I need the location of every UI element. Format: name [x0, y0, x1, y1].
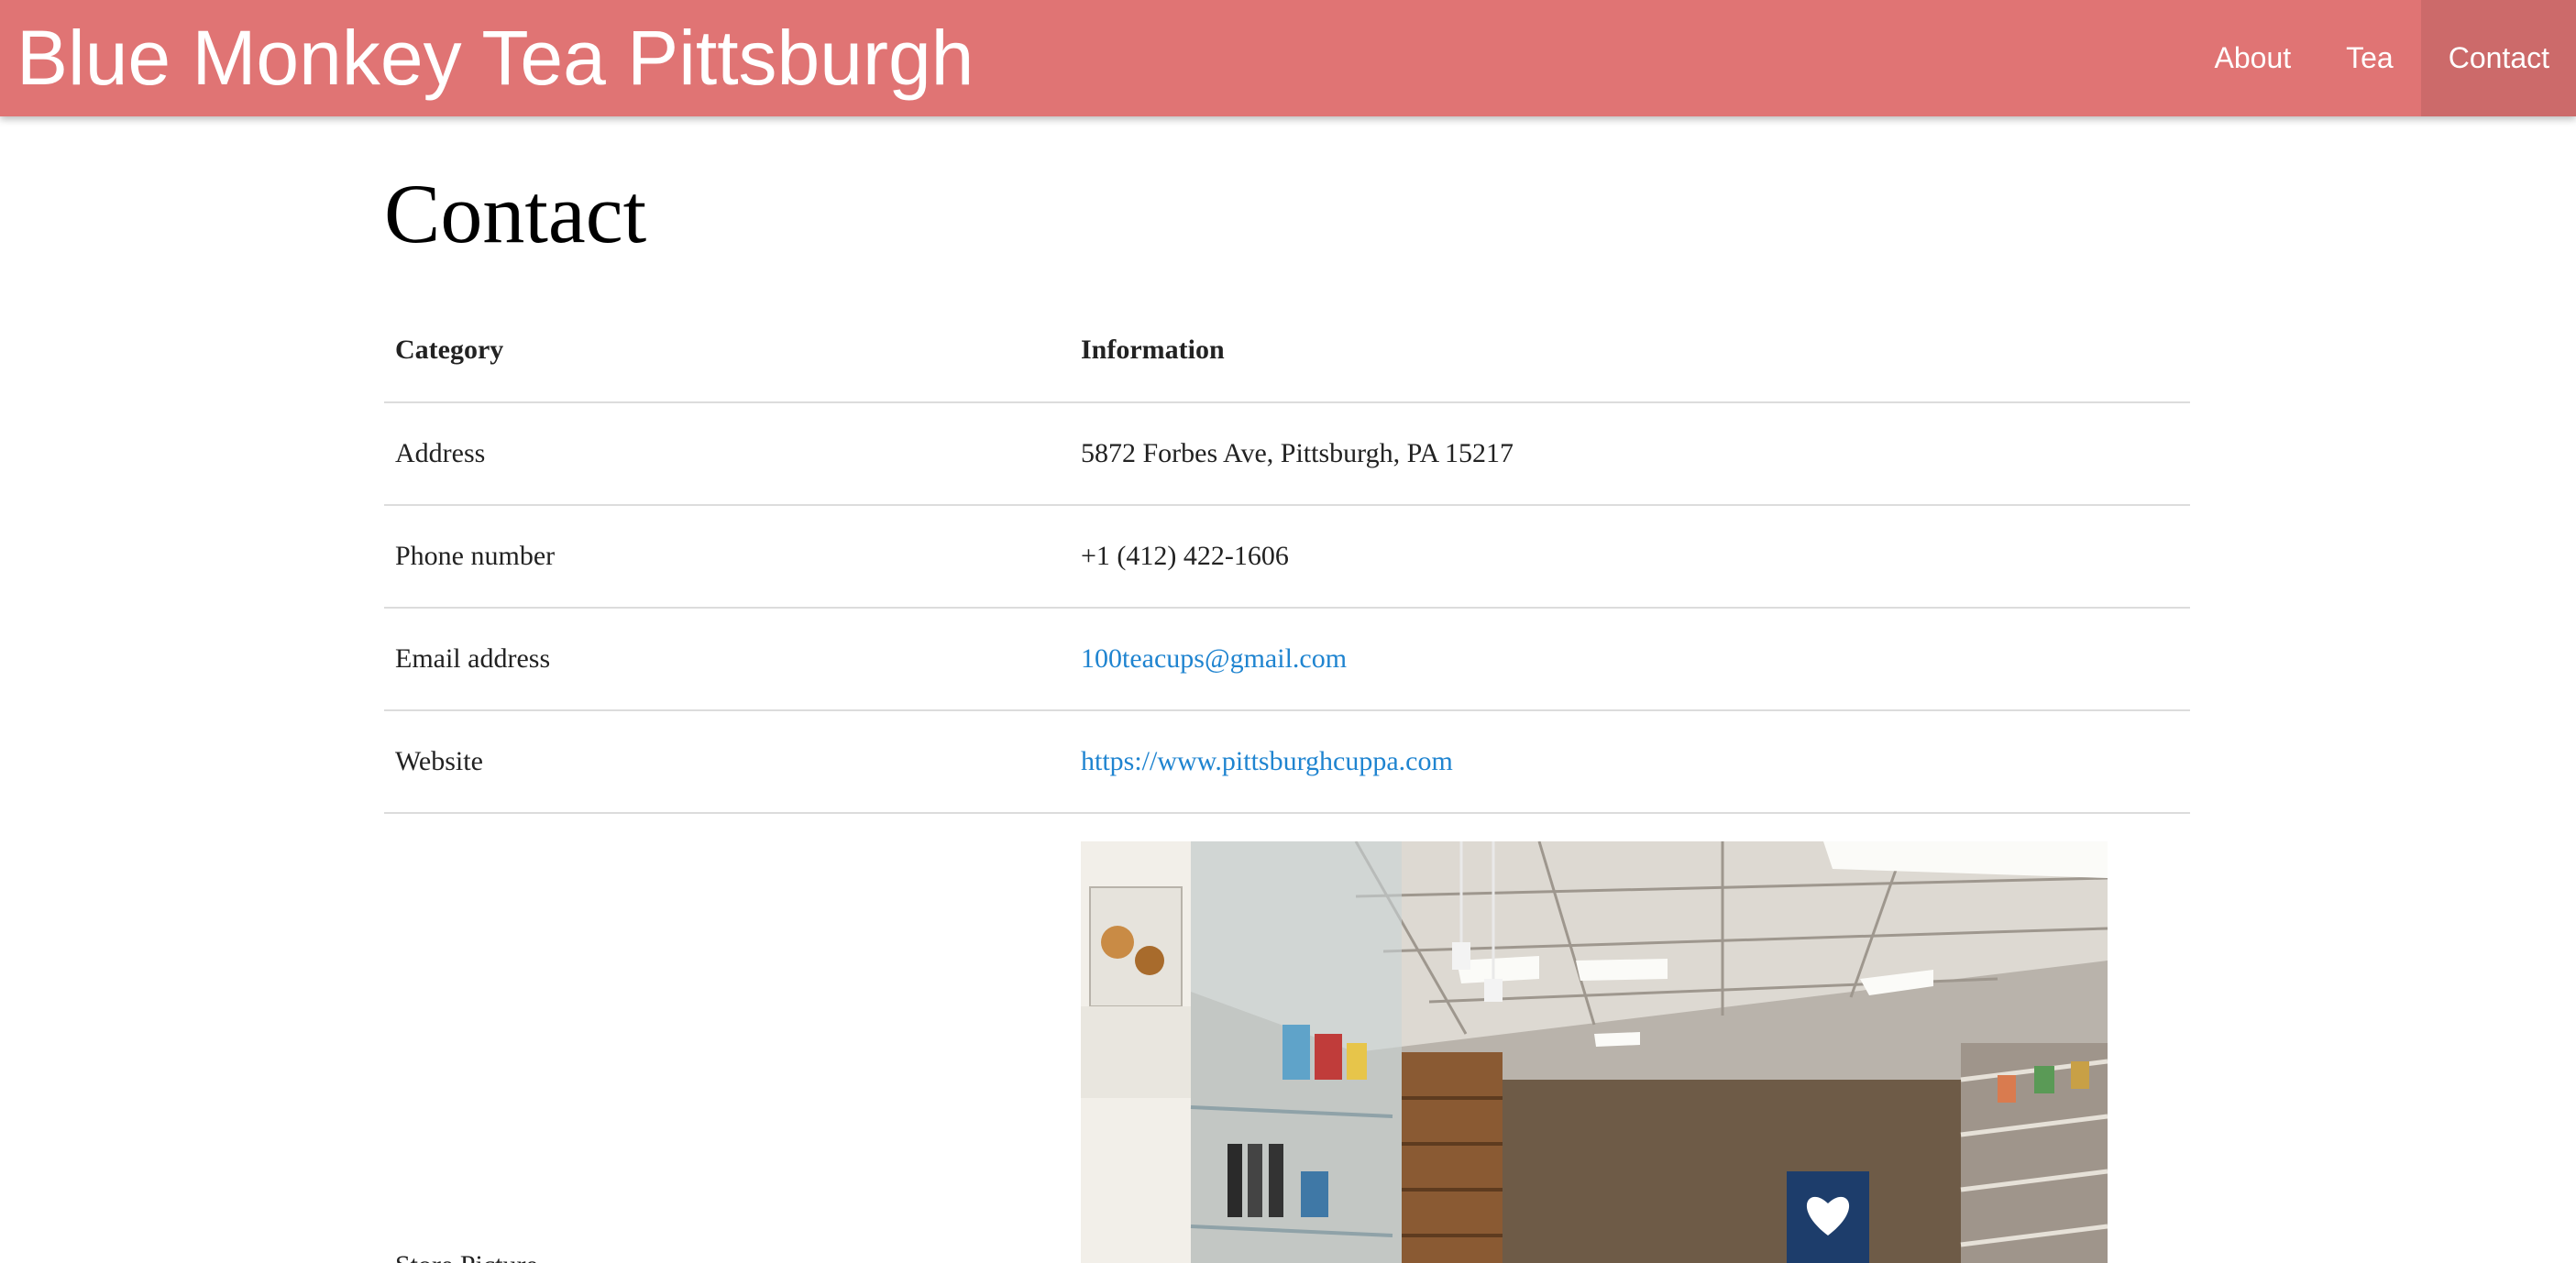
nav-item-tea[interactable]: Tea: [2318, 0, 2421, 116]
table-header-row: Category Information: [384, 298, 2190, 403]
table-row-phone: Phone number +1 (412) 422-1606: [384, 505, 2190, 609]
address-value: 5872 Forbes Ave, Pittsburgh, PA 15217: [1070, 402, 2190, 506]
email-link[interactable]: 100teacups@gmail.com: [1081, 643, 1347, 674]
column-header-category: Category: [384, 298, 1070, 403]
table-row-store-picture: Store Picture: [384, 813, 2190, 1263]
table-row-address: Address 5872 Forbes Ave, Pittsburgh, PA …: [384, 402, 2190, 506]
website-link[interactable]: https://www.pittsburghcuppa.com: [1081, 746, 1453, 776]
phone-label: Phone number: [384, 505, 1070, 609]
nav-item-contact[interactable]: Contact: [2420, 0, 2576, 116]
website-cell: https://www.pittsburghcuppa.com: [1070, 710, 2190, 814]
nav-item-about[interactable]: About: [2187, 0, 2319, 116]
store-photo: [1081, 841, 2108, 1263]
address-label: Address: [384, 402, 1070, 506]
email-label: Email address: [384, 608, 1070, 711]
phone-value: +1 (412) 422-1606: [1070, 505, 2190, 609]
brand-title[interactable]: Blue Monkey Tea Pittsburgh: [17, 7, 974, 108]
table-row-website: Website https://www.pittsburghcuppa.com: [384, 710, 2190, 814]
column-header-information: Information: [1070, 298, 2190, 403]
website-label: Website: [384, 710, 1070, 814]
table-row-email: Email address 100teacups@gmail.com: [384, 608, 2190, 711]
contact-table: Category Information Address 5872 Forbes…: [384, 298, 2190, 1263]
email-cell: 100teacups@gmail.com: [1070, 608, 2190, 711]
store-picture-label: Store Picture: [384, 813, 1070, 1263]
main-content: Contact Category Information Address 587…: [384, 116, 2190, 1263]
page-title: Contact: [384, 167, 647, 260]
nav-links: About Tea Contact: [2187, 0, 2576, 116]
store-picture-cell: [1070, 813, 2190, 1263]
top-navbar: Blue Monkey Tea Pittsburgh About Tea Con…: [0, 0, 2576, 116]
